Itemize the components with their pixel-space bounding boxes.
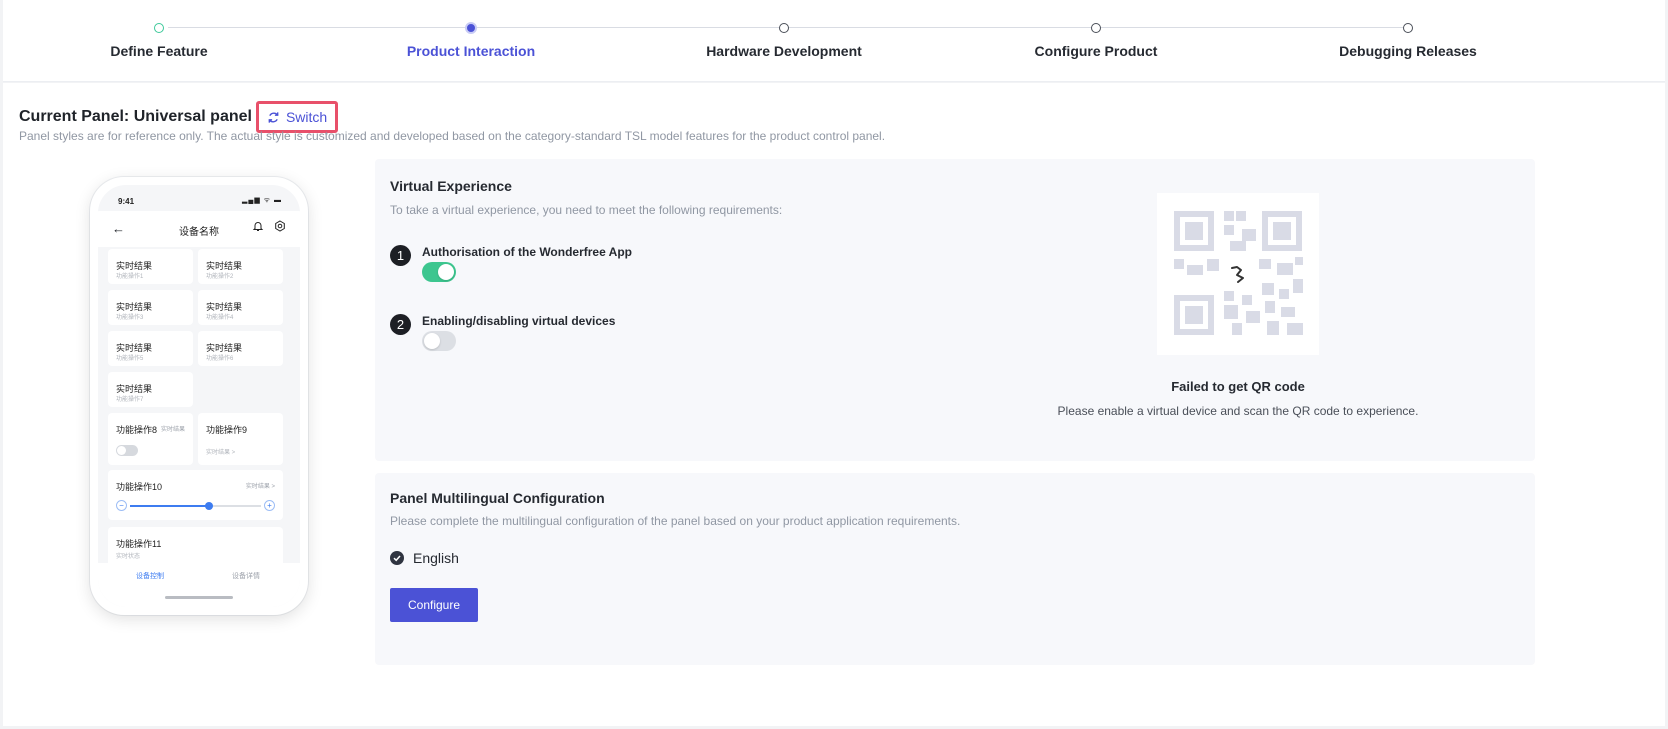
slider-thumb [204, 502, 213, 510]
switch-label: Switch [285, 109, 328, 125]
multilingual-config-panel: Panel Multilingual Configuration Please … [375, 473, 1535, 665]
card-sub: 功能操作5 [116, 356, 144, 362]
phone-card: 实时结果 功能操作3 [108, 290, 193, 325]
step-label: Hardware Development [706, 43, 862, 59]
step-dot [154, 23, 164, 33]
card-sub: 功能操作6 [206, 356, 234, 362]
slider-plus-icon: + [264, 500, 275, 511]
configure-button[interactable]: Configure [390, 588, 478, 622]
card-sub: 功能操作4 [206, 315, 234, 321]
card-right: 实时结果 > [245, 484, 275, 490]
step-label: Product Interaction [406, 43, 536, 59]
phone-header: ← 设备名称 [98, 211, 300, 247]
step-dot [1403, 23, 1413, 33]
card-sub: 实时结果 > [206, 450, 236, 456]
check-circle-icon [390, 551, 404, 565]
step-dot [1091, 23, 1101, 33]
switch-icon [268, 111, 279, 123]
requirement-label: Enabling/disabling virtual devices [422, 314, 616, 328]
multilingual-desc: Please complete the multilingual configu… [390, 514, 961, 528]
phone-card: 实时结果 功能操作7 [108, 372, 193, 407]
language-label: English [413, 550, 459, 566]
requirement-label: Authorisation of the Wonderfree App [422, 245, 632, 259]
step-label: Debugging Releases [1339, 43, 1477, 59]
phone-tab-control: 设备控制 [136, 573, 164, 580]
phone-toggle [116, 445, 138, 456]
step-dot [779, 23, 789, 33]
step-dot [465, 22, 477, 34]
home-indicator [165, 596, 233, 599]
device-name: 设备名称 [179, 227, 219, 238]
virtual-experience-desc: To take a virtual experience, you need t… [390, 203, 783, 217]
progress-stepper: Define Feature Product Interaction Hardw… [3, 0, 1665, 82]
phone-tabbar: 设备控制 设备详情 [98, 563, 300, 607]
slider-minus-icon: − [116, 500, 127, 511]
panel-subtitle: Panel styles are for reference only. The… [19, 129, 886, 143]
page-title: Current Panel: Universal panel [19, 108, 252, 125]
step-number-badge: 1 [390, 245, 411, 266]
phone-card-op10: 功能操作10 实时结果 > − + [108, 470, 283, 520]
phone-card: 实时结果 功能操作5 [108, 331, 193, 366]
card-sub: 功能操作2 [206, 274, 234, 280]
phone-card: 实时结果 功能操作4 [198, 290, 283, 325]
card-right: 实时结果 [160, 427, 185, 433]
phone-preview: 9:41 ▂▄▆ ᯤ ▬ ← 设备名称 实时结果 功能操作1 实时结果 功能操作2 … [90, 177, 308, 615]
stepper-track [168, 27, 1410, 28]
qr-status-area: Failed to get QR code Please enable a vi… [1035, 159, 1441, 459]
phone-card-op9: 功能操作9 实时结果 > [198, 413, 283, 465]
card-title: 功能操作8 [116, 425, 158, 435]
card-title: 功能操作11 [116, 539, 162, 549]
card-sub: 功能操作1 [116, 274, 144, 280]
phone-slider [130, 502, 261, 510]
phone-screen: 9:41 ▂▄▆ ᯤ ▬ ← 设备名称 实时结果 功能操作1 实时结果 功能操作2 … [98, 185, 300, 607]
virtual-experience-panel: Virtual Experience To take a virtual exp… [375, 159, 1535, 461]
qr-error-title: Failed to get QR code [1171, 379, 1305, 394]
phone-card: 实时结果 功能操作2 [198, 249, 283, 284]
phone-time: 9:41 [118, 197, 135, 206]
phone-tab-details: 设备详情 [232, 573, 260, 580]
step-label: Define Feature [110, 43, 208, 59]
card-sub: 实时状态 [116, 554, 141, 560]
card-title: 功能操作10 [116, 482, 163, 492]
phone-status-icons: ▂▄▆ ᯤ ▬ [241, 197, 282, 204]
authorisation-toggle[interactable] [422, 262, 456, 282]
language-item-english: English [390, 550, 459, 566]
virtual-device-toggle[interactable] [422, 331, 456, 351]
step-number-badge: 2 [390, 314, 411, 335]
phone-card: 实时结果 功能操作1 [108, 249, 193, 284]
card-title: 功能操作9 [206, 425, 248, 435]
main-content: Current Panel: Universal panel Switch Pa… [3, 83, 1665, 726]
bell-icon [252, 222, 264, 231]
phone-card: 实时结果 功能操作6 [198, 331, 283, 366]
card-sub: 功能操作3 [116, 315, 144, 321]
gear-icon [275, 220, 285, 232]
qr-error-desc: Please enable a virtual device and scan … [1057, 404, 1419, 418]
card-sub: 功能操作7 [116, 397, 144, 403]
phone-card-op8: 功能操作8 实时结果 [108, 413, 193, 465]
virtual-experience-title: Virtual Experience [390, 178, 512, 194]
slider-fill [130, 505, 209, 507]
multilingual-title: Panel Multilingual Configuration [390, 490, 605, 506]
step-label: Configure Product [1034, 43, 1158, 59]
